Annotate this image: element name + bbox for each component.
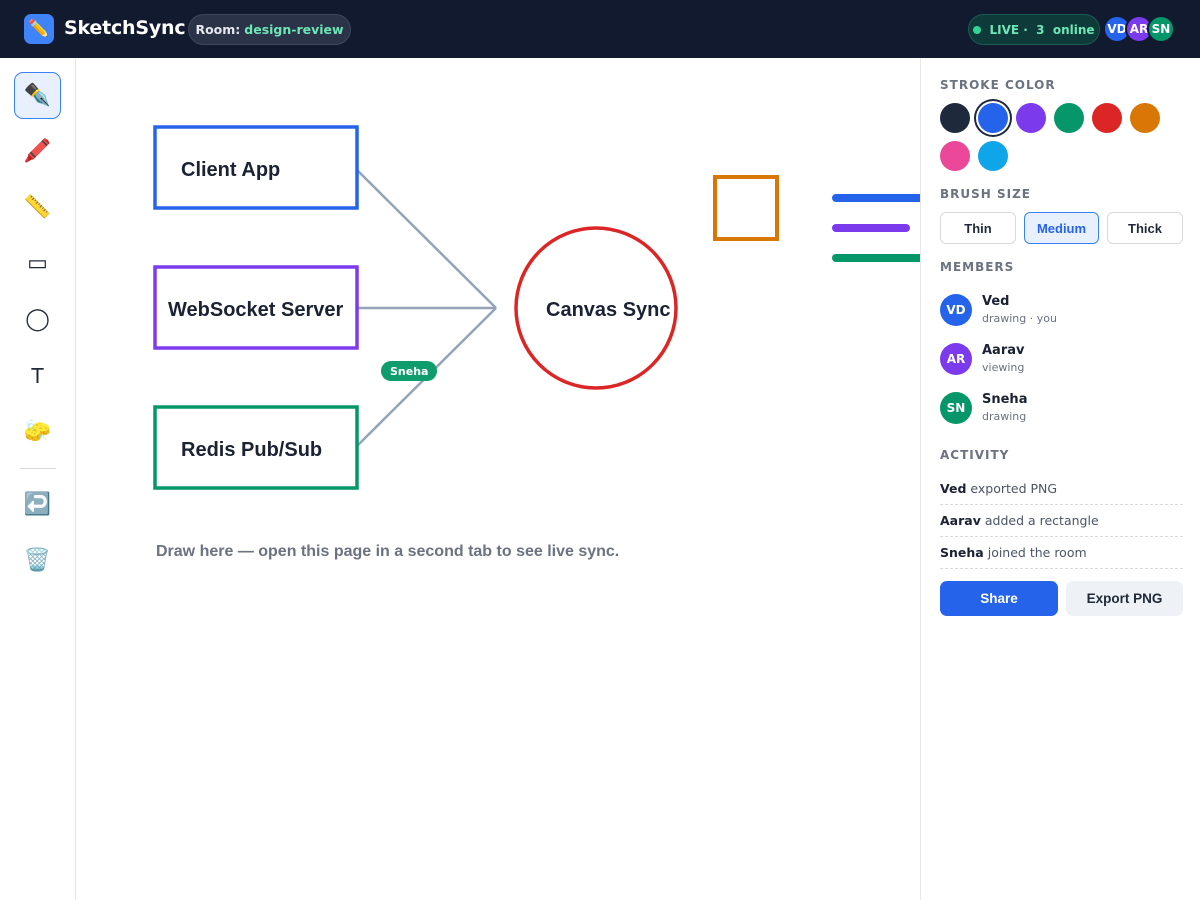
trash-icon: 🗑️: [23, 548, 52, 573]
export-png-button[interactable]: Export PNG: [1066, 581, 1183, 616]
app-title: SketchSync: [64, 17, 186, 39]
eraser-tool-button[interactable]: 🧽: [14, 408, 61, 455]
member-name: Aarav: [982, 343, 1025, 358]
activity-user: Sneha: [940, 545, 984, 560]
right-panel: STROKE COLOR BRUSH SIZE Thin Medium Thic…: [920, 58, 1200, 900]
toolbar-divider: [20, 468, 56, 469]
activity-item: Sneha joined the room: [940, 537, 1183, 569]
rectangle-icon: ▭: [27, 251, 48, 276]
canvas-drawing: Client App WebSocket Server Redis Pub/Su…: [153, 125, 920, 490]
text-tool-button[interactable]: T: [14, 352, 61, 399]
brush-thin-button[interactable]: Thin: [940, 212, 1016, 244]
share-button[interactable]: Share: [940, 581, 1058, 616]
color-swatch-purple[interactable]: [1016, 103, 1046, 133]
color-swatch-green[interactable]: [1054, 103, 1084, 133]
live-dot-icon: [973, 25, 982, 34]
member-status: viewing: [982, 361, 1025, 374]
circle-tool-button[interactable]: ◯: [14, 296, 61, 343]
color-swatch-orange[interactable]: [1130, 103, 1160, 133]
member-name: Ved: [982, 294, 1010, 309]
connector-line: [356, 169, 497, 309]
pencil-logo-icon: ✏️: [24, 14, 54, 44]
color-swatch-dark[interactable]: [940, 103, 970, 133]
member-status: drawing · you: [982, 312, 1057, 325]
activity-user: Ved: [940, 481, 967, 496]
live-online-count: LIVE · 3 online: [989, 22, 1095, 37]
undo-icon: ↩️: [23, 492, 52, 517]
avatar: AR: [940, 343, 972, 375]
stroke-color-title: STROKE COLOR: [940, 78, 1056, 92]
ruler-tool-button[interactable]: 📏: [14, 184, 61, 231]
activity-text: joined the room: [987, 545, 1087, 560]
marker-tool-button[interactable]: 🖍️: [14, 128, 61, 175]
app-header: ✏️ SketchSync Room: design-review LIVE ·…: [0, 0, 1200, 58]
canvas-hint-text: Draw here — open this page in a second t…: [156, 543, 620, 560]
drawing-canvas[interactable]: Client App WebSocket Server Redis Pub/Su…: [76, 58, 920, 900]
room-prefix: Room:: [195, 22, 241, 37]
member-status: drawing: [982, 410, 1027, 423]
redis-pubsub-label: Redis Pub/Sub: [181, 439, 322, 461]
avatar: VD: [940, 294, 972, 326]
online-avatars: VD AR SN: [1103, 15, 1175, 43]
tool-sidebar: ✒️ 🖍️ 📏 ▭ ◯ T 🧽 ↩️ 🗑️: [0, 58, 76, 900]
color-swatch-blue[interactable]: [978, 103, 1008, 133]
brush-size-title: BRUSH SIZE: [940, 187, 1031, 201]
member-item: AR Aarav viewing: [940, 343, 1180, 379]
member-name: Sneha: [982, 392, 1028, 407]
color-swatch-red[interactable]: [1092, 103, 1122, 133]
member-item: VD Ved drawing · you: [940, 294, 1180, 330]
color-swatch-sky[interactable]: [978, 141, 1008, 171]
circle-icon: ◯: [25, 307, 50, 332]
pen-tool-button[interactable]: ✒️: [14, 72, 61, 119]
rectangle-tool-button[interactable]: ▭: [14, 240, 61, 287]
activity-text: added a rectangle: [984, 513, 1099, 528]
member-item: SN Sneha drawing: [940, 392, 1180, 428]
orange-square-shape[interactable]: [713, 175, 779, 241]
activity-user: Aarav: [940, 513, 981, 528]
activity-item: Aarav added a rectangle: [940, 505, 1183, 537]
text-icon: T: [31, 363, 44, 388]
brush-thick-button[interactable]: Thick: [1107, 212, 1183, 244]
websocket-server-label: WebSocket Server: [168, 299, 343, 321]
activity-text: exported PNG: [970, 481, 1058, 496]
remote-cursor-label: Sneha: [381, 361, 438, 381]
activity-title: ACTIVITY: [940, 448, 1010, 462]
canvas-sync-label: Canvas Sync: [546, 299, 671, 321]
brush-medium-button[interactable]: Medium: [1024, 212, 1099, 244]
pen-icon: ✒️: [23, 83, 52, 108]
avatar[interactable]: SN: [1147, 15, 1175, 43]
room-name: design-review: [244, 22, 344, 37]
room-badge[interactable]: Room: design-review: [188, 14, 351, 45]
color-swatch-pink[interactable]: [940, 141, 970, 171]
marker-icon: 🖍️: [23, 139, 52, 164]
activity-item: Ved exported PNG: [940, 473, 1183, 505]
undo-button[interactable]: ↩️: [14, 481, 61, 528]
members-title: MEMBERS: [940, 260, 1015, 274]
eraser-icon: 🧽: [23, 419, 52, 444]
client-app-label: Client App: [181, 159, 280, 181]
clear-canvas-button[interactable]: 🗑️: [14, 537, 61, 584]
ruler-icon: 📏: [23, 195, 52, 220]
avatar: SN: [940, 392, 972, 424]
live-status-badge: LIVE · 3 online: [968, 14, 1100, 45]
